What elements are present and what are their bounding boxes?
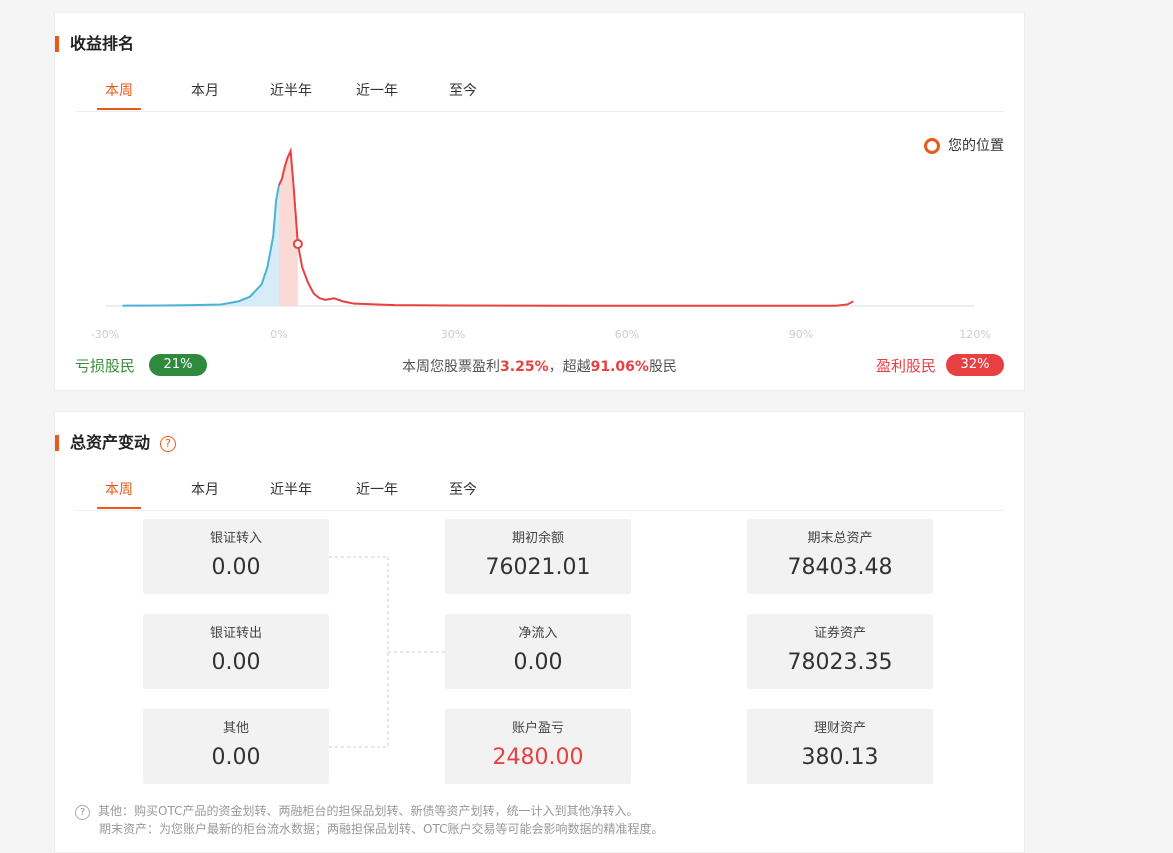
title-accent-bar <box>55 36 59 52</box>
rank-tab-year[interactable]: 近一年 <box>349 79 405 109</box>
account-pnl-label: 账户盈亏 <box>511 721 564 736</box>
wealth-assets-value: 380.13 <box>801 745 879 770</box>
bank-out-value: 0.00 <box>211 650 261 675</box>
rank-summary-row: 亏损股民 21% 本周您股票盈利3.25%，超越91.06%股民 盈利股民 32… <box>75 353 1004 377</box>
bank-in-box: 银证转入 0.00 <box>143 519 329 594</box>
rank-summary-text: 本周您股票盈利3.25%，超越91.06%股民 <box>75 356 1004 376</box>
profit-rank-card: 收益排名 本周 本月 近半年 近一年 至今 您的位置 -30% 0% 30% 60% 9… <box>54 12 1025 391</box>
x-tick-label: 30% <box>441 328 465 341</box>
net-inflow-box: 净流入 0.00 <box>445 614 631 689</box>
opening-balance-label: 期初余额 <box>511 531 564 546</box>
bank-in-value: 0.00 <box>211 555 261 580</box>
other-label: 其他 <box>222 721 249 736</box>
summary-return: 3.25% <box>500 359 549 375</box>
bank-out-box: 银证转出 0.00 <box>143 614 329 689</box>
account-pnl-value: 2480.00 <box>492 745 584 770</box>
ending-total-label: 期末总资产 <box>807 531 873 546</box>
gain-investors-badge: 32% <box>946 354 1004 376</box>
loss-series-line <box>122 184 280 307</box>
summary-mid: ，超越 <box>548 359 591 375</box>
securities-assets-box: 证券资产 78023.35 <box>747 614 933 689</box>
bank-out-label: 银证转出 <box>209 626 262 641</box>
account-pnl-box: 账户盈亏 2480.00 <box>445 709 631 784</box>
other-value: 0.00 <box>211 745 261 770</box>
asset-notes: ? 其他：购买OTC产品的资金划转、两融柜台的担保品划转、新债等资产划转，统一计入… <box>75 802 663 838</box>
ending-total-value: 78403.48 <box>787 555 893 580</box>
note-line-ending: 期末资产：为您账户最新的柜台流水数据；两融担保品划转、OTC账户交易等可能会影响… <box>99 822 664 836</box>
x-tick-label: 120% <box>959 328 990 341</box>
other-box: 其他 0.00 <box>143 709 329 784</box>
rank-title-text: 收益排名 <box>70 34 135 53</box>
net-inflow-label: 净流入 <box>518 626 558 641</box>
return-distribution-chart: -30% 0% 30% 60% 90% 120% <box>91 147 991 341</box>
rank-tab-all[interactable]: 至今 <box>441 79 485 109</box>
x-tick-label: 0% <box>270 328 287 341</box>
gain-investors-label: 盈利股民 <box>875 357 936 375</box>
rank-section-title: 收益排名 <box>55 35 134 53</box>
note-line-other: ? 其他：购买OTC产品的资金划转、两融柜台的担保品划转、新债等资产划转，统一计入… <box>75 802 663 820</box>
opening-balance-value: 76021.01 <box>485 555 591 580</box>
bank-in-label: 银证转入 <box>209 531 262 546</box>
rank-tab-half-year[interactable]: 近半年 <box>263 79 319 109</box>
loss-area-fill <box>122 185 280 306</box>
securities-assets-value: 78023.35 <box>787 650 893 675</box>
question-icon: ? <box>75 805 90 820</box>
rank-tabs: 本周 本月 近半年 近一年 至今 <box>75 79 1004 112</box>
ending-total-box: 期末总资产 78403.48 <box>747 519 933 594</box>
securities-assets-label: 证券资产 <box>813 626 866 641</box>
summary-rank: 91.06% <box>590 359 649 375</box>
wealth-assets-label: 理财资产 <box>813 721 866 736</box>
summary-prefix: 本周您股票盈利 <box>402 359 501 375</box>
x-tick-label: 60% <box>615 328 639 341</box>
summary-suffix: 股民 <box>648 359 677 375</box>
rank-tab-week[interactable]: 本周 <box>97 79 141 110</box>
wealth-assets-box: 理财资产 380.13 <box>747 709 933 784</box>
asset-change-card: 总资产变动? 本周 本月 近半年 近一年 至今 银证转入 0.00 银证转出 0… <box>54 411 1025 853</box>
opening-balance-box: 期初余额 76021.01 <box>445 519 631 594</box>
x-tick-label: 90% <box>789 328 813 341</box>
net-inflow-value: 0.00 <box>513 650 563 675</box>
gain-area-fill <box>279 151 298 306</box>
rank-tab-month[interactable]: 本月 <box>183 79 227 109</box>
x-tick-label: -30% <box>91 328 119 341</box>
gain-series-line <box>278 147 854 307</box>
note-text-1: 其他：购买OTC产品的资金划转、两融柜台的担保品划转、新债等资产划转，统一计入到… <box>98 804 639 818</box>
your-position-marker <box>292 239 303 249</box>
